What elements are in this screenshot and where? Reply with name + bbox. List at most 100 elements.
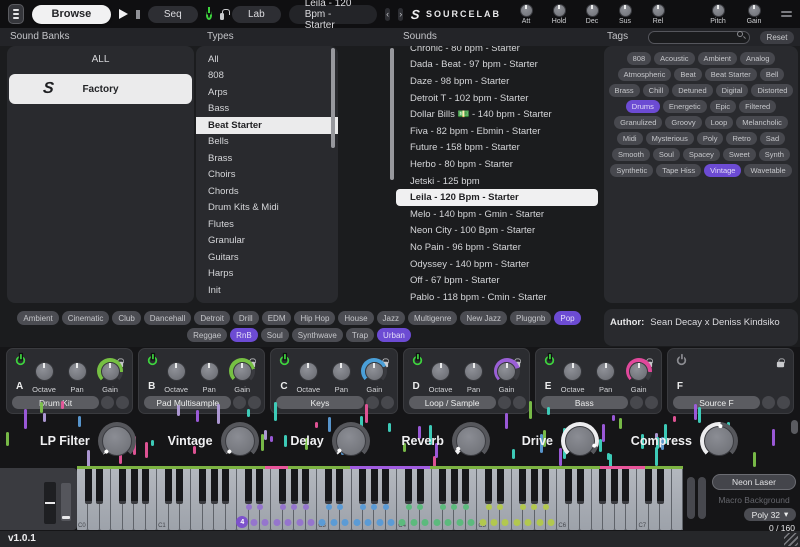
type-item[interactable]: All [196, 51, 338, 68]
tag-chip[interactable]: Acoustic [654, 52, 694, 65]
channel-prev-button[interactable] [366, 396, 379, 409]
black-key[interactable] [222, 468, 229, 504]
sound-item[interactable]: Fiva - 82 bpm - Ebmin - Starter [396, 123, 598, 140]
tag-chip[interactable]: Digital [716, 84, 749, 97]
genre-chip[interactable]: Synthwave [292, 328, 343, 342]
octave-knob[interactable]: Octave [558, 358, 588, 394]
envelope-knob[interactable]: Rel [645, 4, 671, 25]
channel-source-button[interactable]: Keys [276, 396, 363, 409]
black-key[interactable] [565, 468, 572, 504]
black-key[interactable] [462, 468, 469, 504]
knob-dial[interactable] [619, 4, 632, 17]
black-key[interactable] [657, 468, 664, 504]
black-key[interactable] [417, 468, 424, 504]
genre-chip[interactable]: Soul [261, 328, 289, 342]
genre-chip[interactable]: Jazz [377, 311, 405, 325]
knob-dial[interactable] [712, 4, 725, 17]
type-item[interactable]: Choirs [196, 167, 338, 184]
tag-chip[interactable]: Smooth [612, 148, 650, 161]
gain-knob[interactable]: Gain [359, 358, 389, 394]
pan-knob[interactable]: Pan [62, 358, 92, 394]
type-item[interactable]: Drum Kits & Midi [196, 200, 338, 217]
genre-chip[interactable]: Urban [377, 328, 411, 342]
sound-item[interactable]: Detroit T - 102 bpm - Starter [396, 90, 598, 107]
black-key[interactable] [176, 468, 183, 504]
tag-chip[interactable]: Filtered [739, 100, 776, 113]
type-item[interactable]: Chords [196, 183, 338, 200]
sound-item[interactable]: Dada - Beat - 97 bpm - Starter [396, 57, 598, 74]
channel-power-icon[interactable] [412, 356, 421, 365]
type-item[interactable]: Granular [196, 233, 338, 250]
tag-chip[interactable]: Brass [609, 84, 640, 97]
gain-knob[interactable]: Gain [227, 358, 257, 394]
sound-item[interactable]: Chronic - 80 bpm - Starter [396, 46, 598, 57]
genre-chip[interactable]: Cinematic [62, 311, 110, 325]
channel-prev-button[interactable] [498, 396, 511, 409]
black-key[interactable] [611, 468, 618, 504]
genre-chip[interactable]: RnB [230, 328, 258, 342]
tag-chip[interactable]: Synthetic [610, 164, 653, 177]
octave-knob[interactable]: Octave [426, 358, 456, 394]
type-item[interactable]: Brass [196, 150, 338, 167]
tag-chip[interactable]: Distorted [751, 84, 793, 97]
knob-dial[interactable] [704, 426, 734, 456]
black-key[interactable] [622, 468, 629, 504]
knob-dial[interactable] [456, 426, 486, 456]
main-knob[interactable]: Pitch [705, 4, 731, 25]
macro-knob[interactable] [452, 422, 490, 460]
black-key[interactable] [599, 468, 606, 504]
tag-chip[interactable]: Retro [726, 132, 756, 145]
tag-chip[interactable]: Soul [653, 148, 680, 161]
macro-knob[interactable] [700, 422, 738, 460]
tag-chip[interactable]: Wavetable [744, 164, 791, 177]
tag-chip[interactable]: Melancholic [736, 116, 788, 129]
tag-chip[interactable]: Spacey [683, 148, 720, 161]
black-key[interactable] [405, 468, 412, 504]
tag-chip[interactable]: Loop [705, 116, 734, 129]
octave-knob[interactable]: Octave [161, 358, 191, 394]
sound-item[interactable]: Jetski - 125 bpm [396, 173, 598, 190]
channel-next-button[interactable] [777, 396, 790, 409]
black-key[interactable] [336, 468, 343, 504]
channel-power-icon[interactable] [677, 356, 686, 365]
black-key[interactable] [279, 468, 286, 504]
channel-lock-icon[interactable] [777, 362, 784, 368]
sound-bank-item[interactable]: S ALL [7, 46, 194, 72]
tag-chip[interactable]: Beat [674, 68, 701, 81]
tag-chip[interactable]: Midi [617, 132, 643, 145]
type-item[interactable]: Guitars [196, 249, 338, 266]
type-item[interactable]: Bass [196, 101, 338, 118]
sound-item[interactable]: Odyssey - 140 bpm - Starter [396, 256, 598, 273]
channel-source-button[interactable]: Pad Multisample [144, 396, 231, 409]
tag-chip[interactable]: Ambient [698, 52, 738, 65]
tag-chip[interactable]: Groovy [665, 116, 701, 129]
browse-button[interactable]: Browse [32, 5, 112, 24]
tag-chip[interactable]: Sweet [723, 148, 756, 161]
black-key[interactable] [142, 468, 149, 504]
genre-chip[interactable]: Pluggnb [510, 311, 551, 325]
tag-chip[interactable]: 808 [627, 52, 652, 65]
menu-icon[interactable] [8, 4, 24, 24]
mod-wheel[interactable] [61, 483, 71, 521]
genre-chip[interactable]: Trap [346, 328, 374, 342]
black-key[interactable] [439, 468, 446, 504]
envelope-knob[interactable]: Hold [546, 4, 572, 25]
genre-chip[interactable]: Multigenre [408, 311, 457, 325]
channel-power-icon[interactable] [545, 356, 554, 365]
genre-chip[interactable]: Ambient [17, 311, 58, 325]
genre-chip[interactable]: Reggae [187, 328, 227, 342]
channel-next-button[interactable] [116, 396, 129, 409]
keyboard-scroll-handle[interactable] [698, 477, 706, 519]
type-item[interactable]: 808 [196, 68, 338, 85]
sound-item[interactable]: Off - 67 bpm - Starter [396, 272, 598, 289]
poly-select[interactable]: Poly 32 ▾ [744, 508, 796, 521]
black-key[interactable] [96, 468, 103, 504]
macro-knob[interactable] [98, 422, 136, 460]
reset-button[interactable]: Reset [760, 31, 794, 44]
tag-chip[interactable]: Tape Hiss [656, 164, 701, 177]
search-input[interactable] [648, 31, 750, 44]
sound-item[interactable]: Pablo - 118 bpm - Cmin - Starter [396, 289, 598, 303]
genre-chip[interactable]: Dancehall [144, 311, 192, 325]
black-key[interactable] [119, 468, 126, 504]
sound-item[interactable]: Leila - 120 Bpm - Starter [396, 189, 598, 206]
